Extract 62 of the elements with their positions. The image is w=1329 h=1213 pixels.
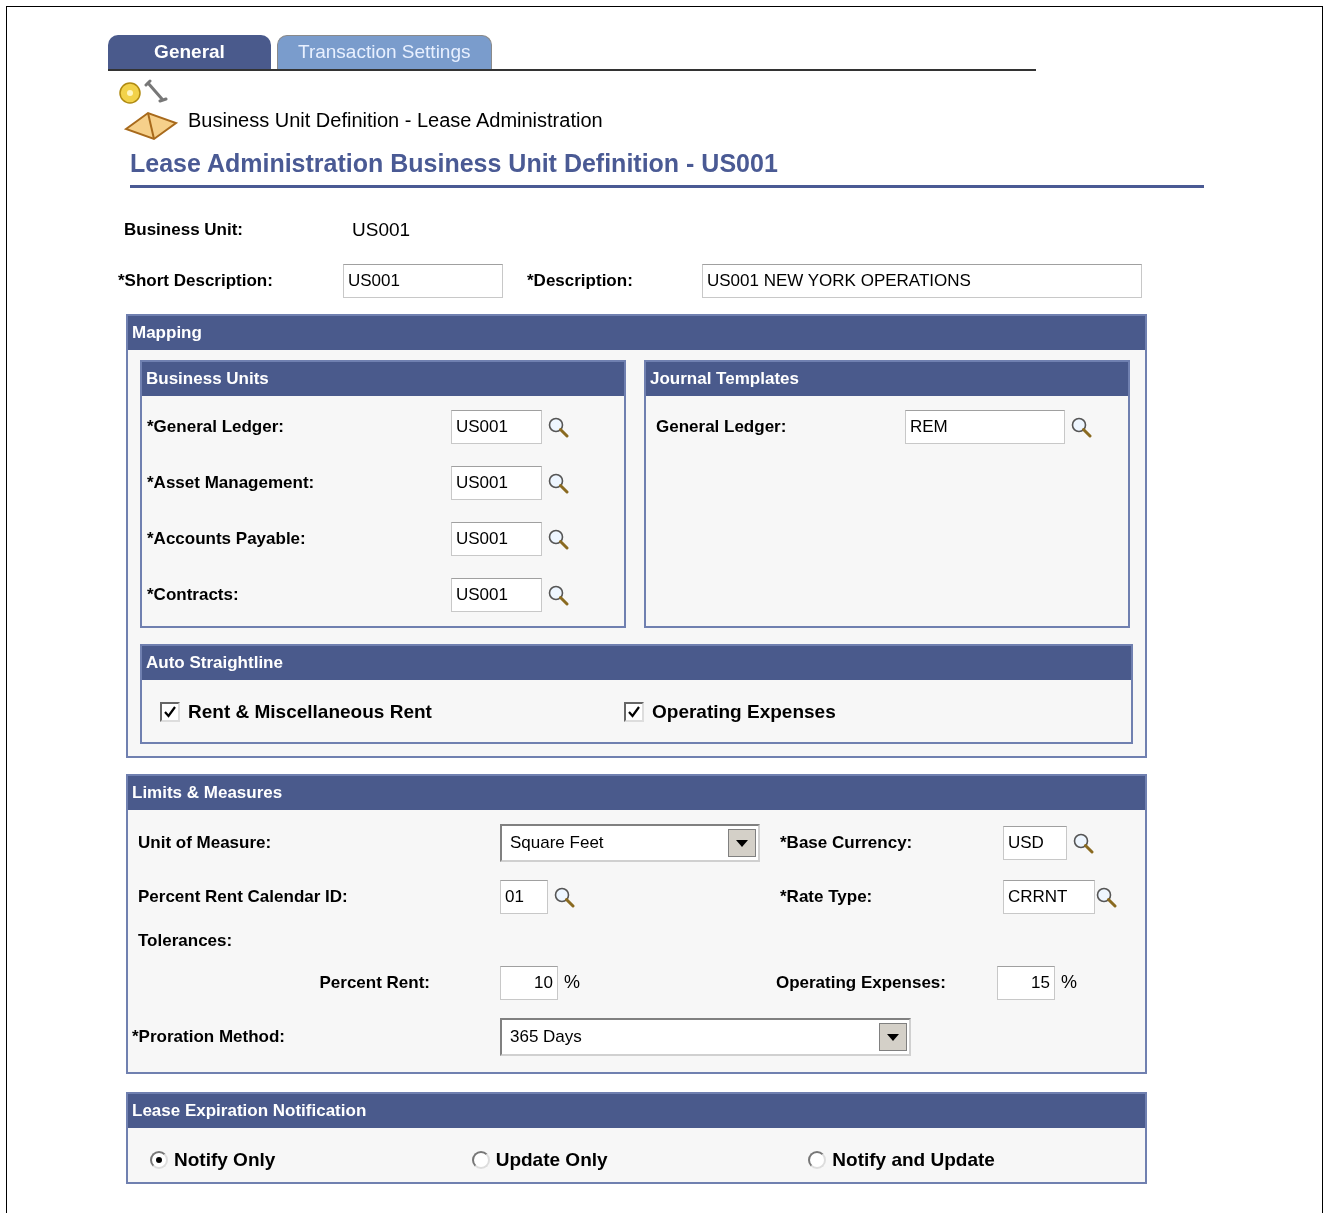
field-label: *Base Currency: bbox=[780, 832, 914, 855]
radio-button[interactable] bbox=[150, 1151, 168, 1170]
checkbox[interactable] bbox=[624, 702, 644, 723]
search-icon[interactable] bbox=[547, 416, 569, 438]
checkbox-label: Operating Expenses bbox=[652, 700, 836, 724]
input-field[interactable]: US001 NEW YORK OPERATIONS bbox=[702, 264, 1142, 298]
field-label: *Description: bbox=[527, 270, 634, 293]
field-label: Percent Rent: bbox=[318, 971, 430, 994]
percent-sign: % bbox=[1061, 971, 1077, 994]
field-label: General Ledger: bbox=[656, 416, 788, 439]
tab[interactable]: General bbox=[108, 35, 271, 69]
radio-label: Notify Only bbox=[174, 1148, 276, 1172]
field-label: *Contracts: bbox=[147, 584, 240, 607]
input-field[interactable]: US001 bbox=[451, 578, 542, 612]
dropdown[interactable]: Square Feet bbox=[500, 824, 760, 862]
field-label: Business Unit: bbox=[124, 219, 245, 241]
dropdown[interactable]: 365 Days bbox=[500, 1017, 911, 1056]
input-field[interactable]: 10 bbox=[500, 965, 558, 1000]
input-field[interactable]: CRRNT bbox=[1003, 880, 1095, 914]
section-header: Mapping bbox=[128, 316, 1145, 350]
input-field[interactable]: US001 bbox=[451, 466, 542, 500]
field-label: *General Ledger: bbox=[147, 416, 285, 439]
field-label: Unit of Measure: bbox=[138, 832, 273, 855]
field-label: Tolerances: bbox=[138, 931, 233, 950]
caret-icon bbox=[728, 829, 756, 857]
section-header: Lease Expiration Notification bbox=[128, 1094, 1145, 1128]
search-icon[interactable] bbox=[547, 472, 569, 494]
section-header: Limits & Measures bbox=[128, 776, 1145, 810]
section-header: Auto Straightline bbox=[142, 646, 1131, 680]
field-label: Percent Rent Calendar ID: bbox=[138, 886, 349, 909]
search-icon[interactable] bbox=[1072, 832, 1094, 854]
field-label: *Short Description: bbox=[118, 270, 274, 293]
radio-button[interactable] bbox=[808, 1151, 827, 1170]
field-value: US001 bbox=[352, 217, 411, 242]
search-icon[interactable] bbox=[547, 584, 569, 606]
input-field[interactable]: REM bbox=[905, 410, 1065, 444]
checkbox-label: Rent & Miscellaneous Rent bbox=[188, 700, 432, 724]
field-label: *Accounts Payable: bbox=[147, 528, 307, 551]
field-label: *Rate Type: bbox=[780, 886, 874, 909]
search-icon[interactable] bbox=[1095, 886, 1117, 908]
caret-icon bbox=[879, 1022, 907, 1051]
page-title: Lease Administration Business Unit Definition - US001 bbox=[130, 145, 1204, 188]
input-field[interactable]: US001 bbox=[451, 522, 542, 556]
field-label: Operating Expenses: bbox=[774, 971, 946, 994]
radio-label: Notify and Update bbox=[832, 1148, 995, 1172]
page-heading: Business Unit Definition - Lease Administration bbox=[188, 108, 603, 133]
radio-button[interactable] bbox=[471, 1151, 490, 1170]
input-field[interactable]: 01 bbox=[500, 880, 548, 914]
section-header: Business Units bbox=[142, 362, 624, 396]
input-field[interactable]: USD bbox=[1003, 826, 1067, 860]
input-field[interactable]: 15 bbox=[997, 965, 1055, 1000]
section-header: Journal Templates bbox=[646, 362, 1128, 396]
checkbox[interactable] bbox=[160, 702, 180, 723]
input-field[interactable]: US001 bbox=[343, 264, 503, 298]
search-icon[interactable] bbox=[547, 528, 569, 550]
input-field[interactable]: US001 bbox=[451, 410, 542, 444]
percent-sign: % bbox=[564, 971, 581, 994]
field-label: *Asset Management: bbox=[147, 472, 316, 495]
search-icon[interactable] bbox=[1070, 416, 1092, 438]
field-label: *Proration Method: bbox=[132, 1025, 286, 1048]
search-icon[interactable] bbox=[553, 886, 575, 908]
radio-label: Update Only bbox=[495, 1148, 608, 1172]
